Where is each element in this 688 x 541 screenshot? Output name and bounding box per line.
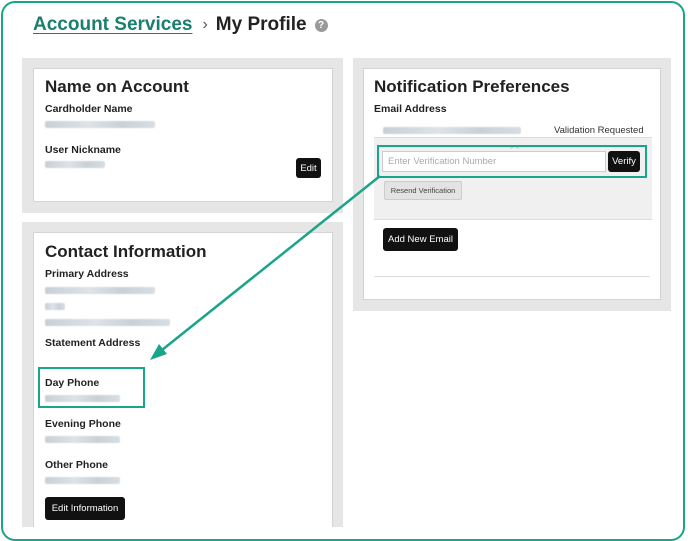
- arrow-head: [150, 344, 167, 360]
- annotation-arrow: [150, 175, 381, 360]
- arrow-line: [161, 175, 381, 351]
